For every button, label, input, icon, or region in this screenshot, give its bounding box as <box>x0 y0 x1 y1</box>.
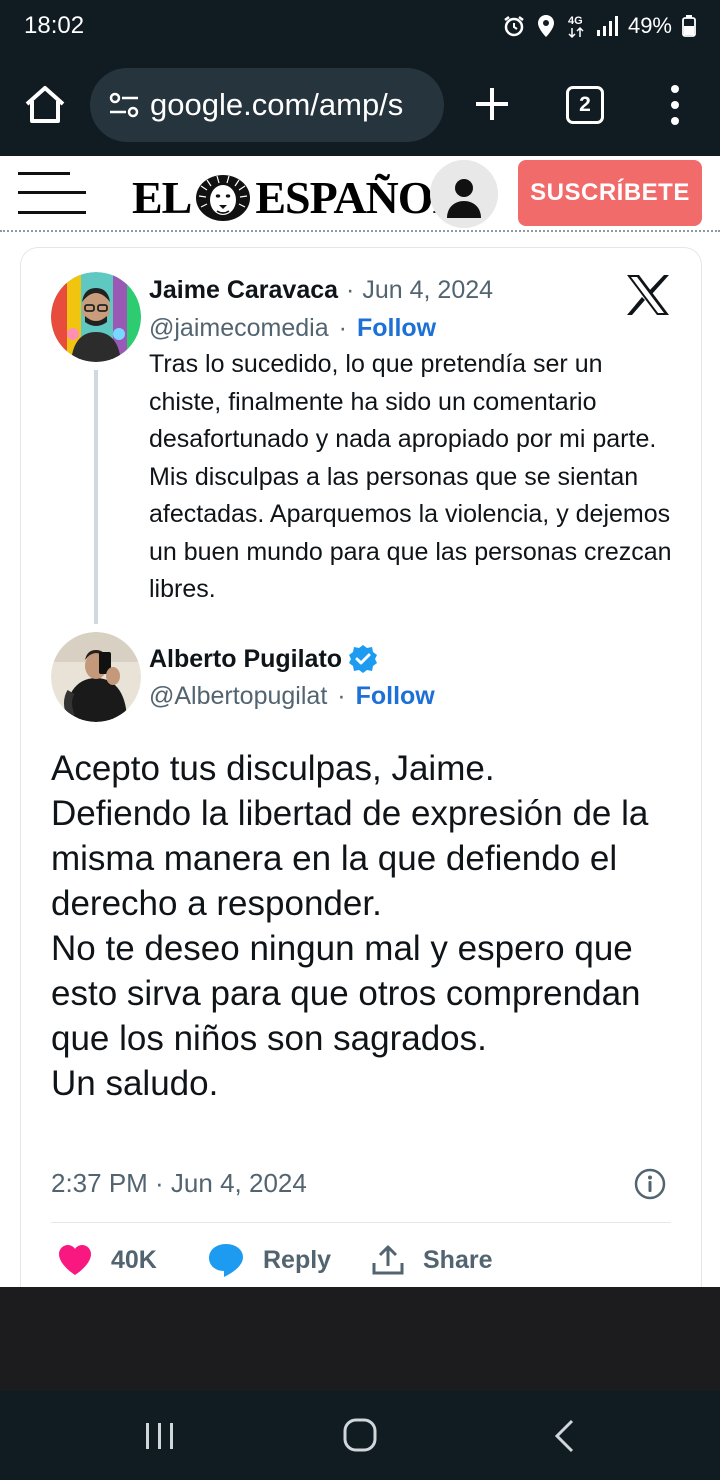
share-icon <box>372 1245 404 1275</box>
reply-button[interactable]: Reply <box>207 1236 331 1284</box>
back-icon[interactable] <box>552 1419 576 1453</box>
new-tab-icon[interactable] <box>472 84 512 124</box>
alarm-icon <box>504 16 524 37</box>
svg-text:4G: 4G <box>568 15 583 27</box>
tweet-timestamp[interactable]: 2:37 PM · Jun 4, 2024 <box>51 1168 307 1199</box>
battery-percent: 49% <box>627 13 672 38</box>
parent-tweet-header: Jaime Caravaca · Jun 4, 2024 <box>149 276 493 305</box>
author-name[interactable]: Alberto Pugilato <box>149 645 342 674</box>
separator: · <box>337 682 346 710</box>
status-icons: 4G 49% <box>502 13 696 39</box>
main-tweet-text: Acepto tus disculpas, Jaime. Defiendo la… <box>51 746 691 1106</box>
status-bar: 18:02 4G 49% <box>0 0 720 52</box>
logo-text-left: EL <box>132 171 192 223</box>
avatar-jaime[interactable] <box>51 272 141 362</box>
home-circle-icon[interactable] <box>342 1417 378 1453</box>
share-label: Share <box>423 1245 493 1274</box>
site-header: EL ESPAÑOL SUSCRÍBETE <box>0 156 720 232</box>
menu-icon[interactable] <box>664 82 686 128</box>
recent-apps-icon[interactable] <box>142 1421 178 1451</box>
speech-bubble-icon <box>209 1244 243 1277</box>
lion-logo <box>196 175 251 221</box>
tweet-line: Un saludo. <box>51 1064 219 1103</box>
like-count: 40K <box>111 1245 157 1274</box>
data-icon: 4G <box>568 15 584 39</box>
author-handle[interactable]: @jaimecomedia <box>149 314 329 343</box>
author-name[interactable]: Jaime Caravaca <box>149 276 338 305</box>
page-bottom-band <box>0 1287 720 1391</box>
main-tweet-header: Alberto Pugilato <box>149 644 378 674</box>
parent-tweet-text: Tras lo sucedido, lo que pretendía ser u… <box>149 350 672 603</box>
tweet-embed: Jaime Caravaca · Jun 4, 2024 @jaimecomed… <box>20 247 702 1287</box>
author-handle[interactable]: @Albertopugilat <box>149 682 327 711</box>
follow-link[interactable]: Follow <box>356 682 435 711</box>
address-bar[interactable]: google.com/amp/s <box>90 68 444 142</box>
system-nav-bar <box>0 1391 720 1480</box>
subscribe-button[interactable]: SUSCRÍBETE <box>518 160 702 226</box>
location-icon <box>537 15 554 37</box>
url-text[interactable]: google.com/amp/s <box>150 87 403 123</box>
status-time: 18:02 <box>24 12 85 39</box>
share-button[interactable]: Share <box>371 1236 492 1284</box>
divider <box>51 1222 671 1223</box>
verified-badge-icon <box>349 645 378 673</box>
hamburger-icon[interactable] <box>18 170 86 216</box>
home-icon[interactable] <box>22 82 68 128</box>
signal-icon <box>596 16 618 36</box>
reply-label: Reply <box>263 1245 332 1274</box>
tweet-line: No te deseo ningun mal y espero que esto… <box>51 929 641 1058</box>
tabs-button[interactable]: 2 <box>566 86 604 124</box>
x-logo-icon[interactable] <box>625 274 671 316</box>
tweet-line: Defiendo la libertad de expresión de la … <box>51 794 649 923</box>
separator: · <box>346 276 355 304</box>
tweet-date[interactable]: Jun 4, 2024 <box>362 276 493 305</box>
main-tweet-handle-row: @Albertopugilat · Follow <box>149 682 435 711</box>
heart-icon <box>59 1245 91 1275</box>
site-settings-icon[interactable] <box>106 87 142 123</box>
battery-icon <box>682 15 696 37</box>
thread-line <box>94 370 98 624</box>
info-icon[interactable] <box>633 1167 667 1201</box>
follow-link[interactable]: Follow <box>357 314 436 343</box>
browser-toolbar: google.com/amp/s 2 <box>0 52 720 156</box>
like-button[interactable]: 40K <box>57 1236 157 1284</box>
account-icon[interactable] <box>430 160 498 228</box>
parent-tweet-handle-row: @jaimecomedia · Follow <box>149 314 436 343</box>
separator: · <box>338 314 347 342</box>
tweet-line: Acepto tus disculpas, Jaime. <box>51 749 495 788</box>
site-logo[interactable]: EL ESPAÑOL <box>132 170 463 224</box>
avatar-alberto[interactable] <box>51 632 141 722</box>
